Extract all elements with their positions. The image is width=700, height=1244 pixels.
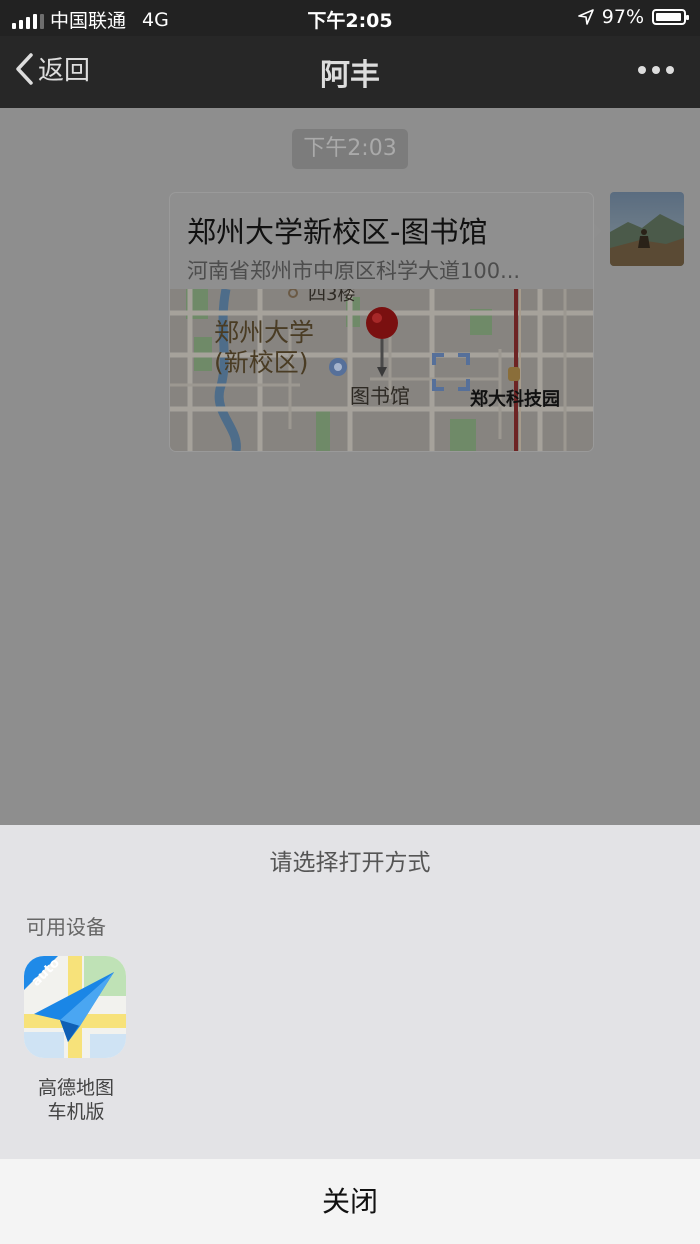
chat-title: 阿丰 (320, 58, 380, 93)
map-thumbnail: 四3楼 郑州大学 (新校区) 图书馆 郑大科技园 (170, 289, 593, 451)
location-arrow-icon (577, 9, 594, 25)
close-button[interactable]: 关闭 (0, 1159, 700, 1244)
location-title: 郑州大学新校区-图书馆 (187, 215, 488, 249)
battery-percent: 97% (601, 6, 644, 28)
app-label-line1: 高德地图 (37, 1077, 114, 1099)
status-right: 97% (577, 6, 689, 28)
map-label-campus-2: (新校区) (214, 348, 309, 377)
app-option-amap-auto[interactable]: auto 高德地图 车机版 (24, 956, 128, 1124)
nav-bar: 返回 阿丰 (0, 36, 700, 108)
chat-area: 下午2:03 郑州大学新校区-图书馆 河南省郑州市中原区科学大道100... 四… (0, 108, 700, 825)
location-address: 河南省郑州市中原区科学大道100... (187, 259, 521, 283)
map-label-library: 图书馆 (350, 384, 410, 408)
sheet-title: 请选择打开方式 (269, 850, 431, 876)
battery-icon (652, 9, 689, 25)
location-message-bubble[interactable]: 郑州大学新校区-图书馆 河南省郑州市中原区科学大道100... 四3楼 郑州大学… (169, 192, 594, 452)
app-label: 高德地图 车机版 (24, 1076, 128, 1124)
more-icon[interactable] (638, 66, 674, 74)
map-label-techpark: 郑大科技园 (470, 388, 560, 410)
map-label-campus-1: 郑州大学 (214, 318, 314, 347)
battery-fill (656, 13, 682, 21)
app-label-line2: 车机版 (47, 1101, 105, 1123)
status-bar: 中国联通 4G 下午2:05 97% (0, 0, 700, 36)
amap-auto-icon: auto (24, 956, 126, 1058)
open-with-sheet: 请选择打开方式 可用设备 auto 高德地图 车机版 (0, 825, 700, 1159)
available-devices-label: 可用设备 (26, 915, 106, 939)
avatar[interactable] (610, 192, 684, 266)
message-timestamp: 下午2:03 (292, 129, 408, 169)
map-label-building: 四3楼 (308, 289, 355, 305)
